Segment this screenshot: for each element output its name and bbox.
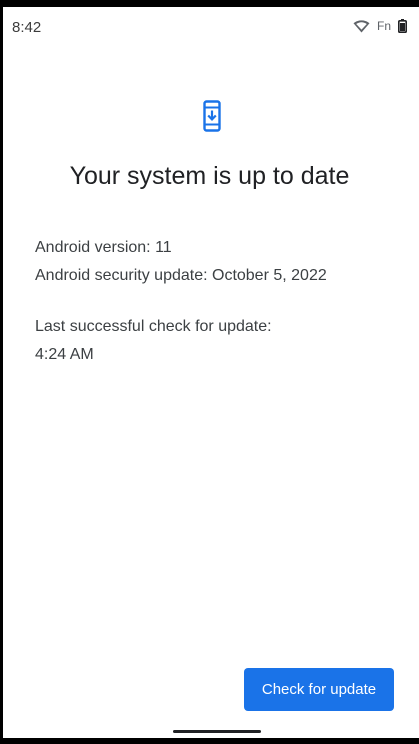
carrier-label: Fn	[376, 19, 391, 33]
gesture-handle[interactable]	[173, 730, 261, 733]
version-info: Android version: 11 Android security upd…	[35, 234, 405, 290]
page-title: Your system is up to date	[69, 162, 350, 190]
battery-icon	[398, 19, 407, 33]
wifi-icon	[353, 19, 370, 33]
device-frame-left	[0, 7, 3, 744]
navigation-bar	[3, 720, 419, 738]
device-frame-top	[0, 0, 419, 7]
system-update-icon	[203, 100, 221, 132]
last-check-label: Last successful check for update:	[35, 318, 272, 335]
security-update-text: Android security update: October 5, 2022	[35, 267, 327, 284]
status-icons: Fn	[353, 19, 407, 33]
check-for-update-button[interactable]: Check for update	[244, 668, 394, 711]
android-version-text: Android version: 11	[35, 239, 172, 256]
device-frame-bottom	[0, 738, 419, 744]
last-check-info: Last successful check for update: 4:24 A…	[35, 313, 405, 369]
status-bar: 8:42 Fn	[3, 7, 419, 45]
status-time: 8:42	[12, 19, 42, 36]
last-check-time: 4:24 AM	[35, 346, 94, 363]
